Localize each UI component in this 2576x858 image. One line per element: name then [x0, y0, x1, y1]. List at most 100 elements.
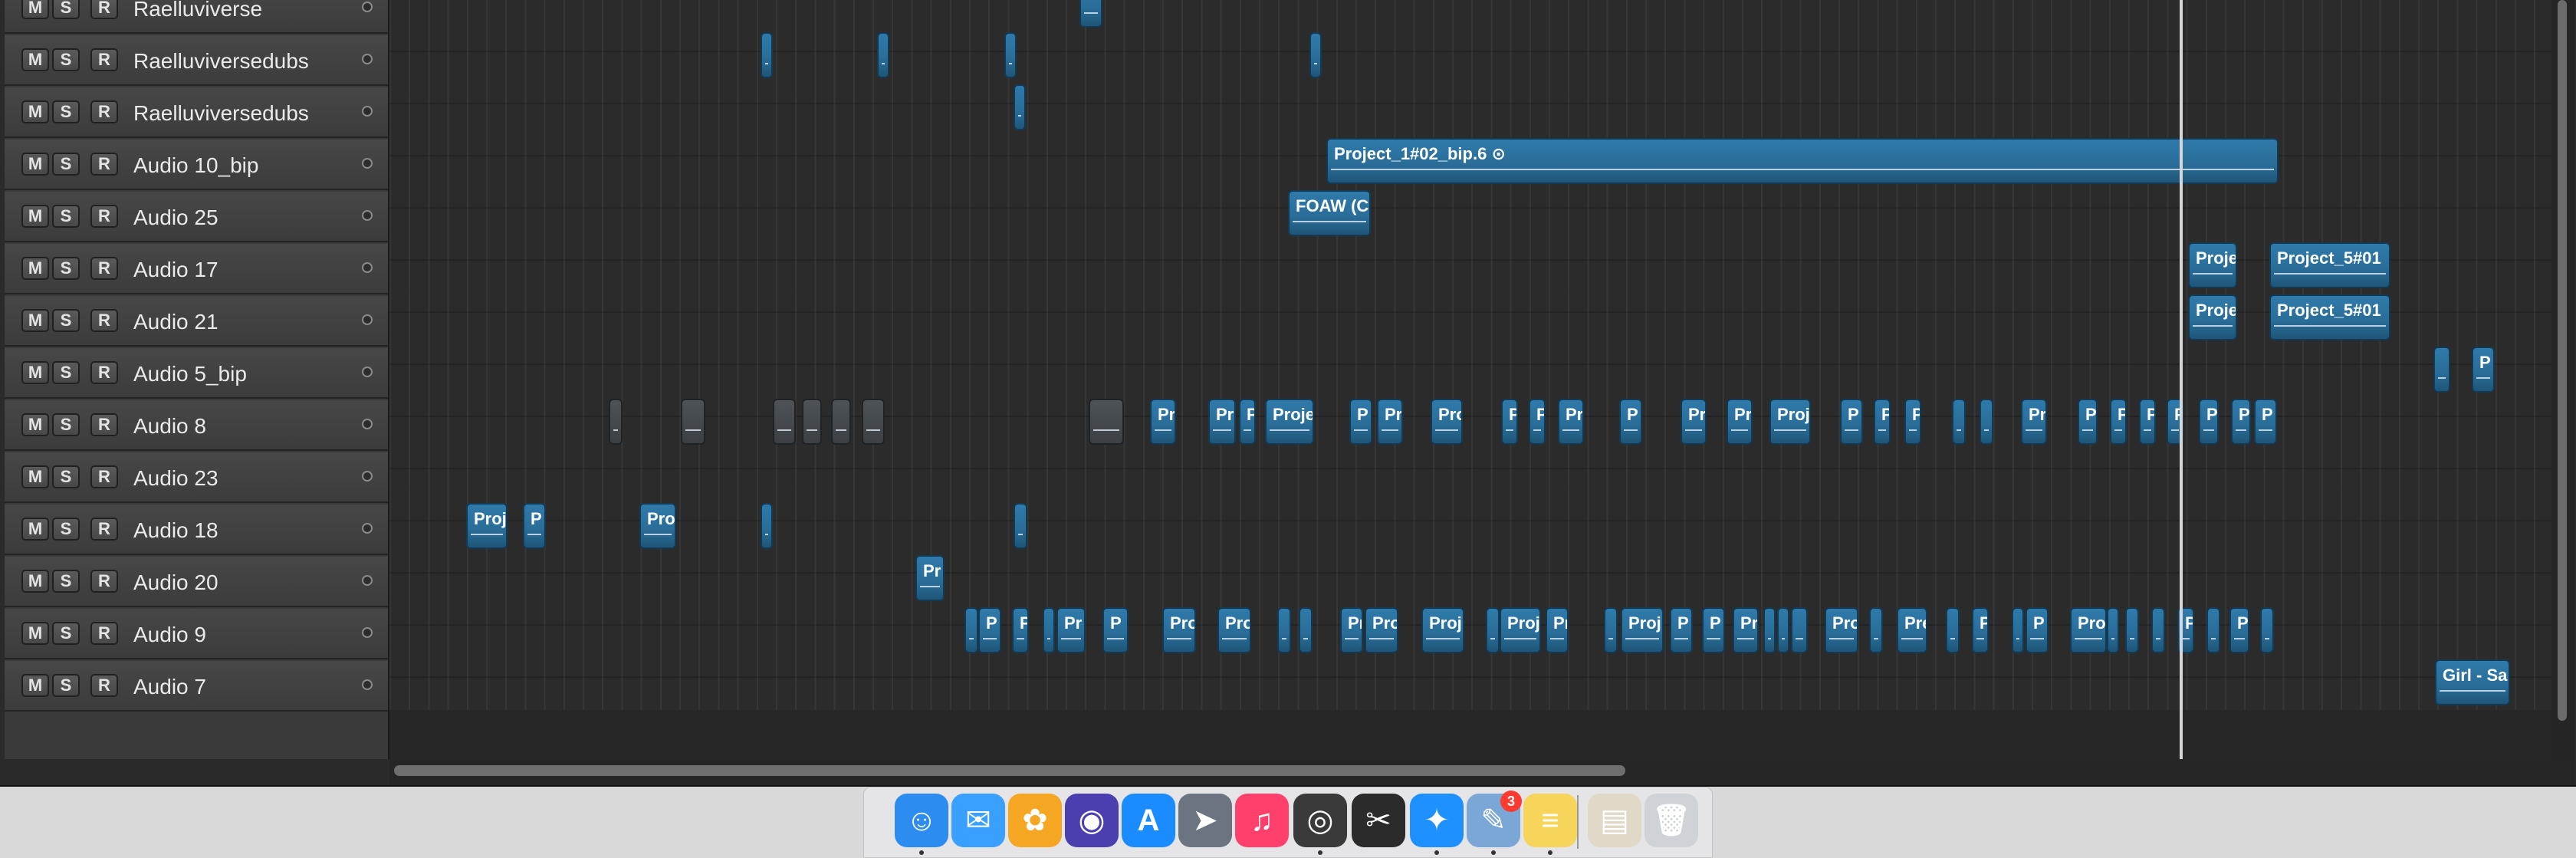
- solo-button[interactable]: S: [52, 622, 80, 645]
- audio-region[interactable]: P: [523, 503, 546, 549]
- audio-region[interactable]: P: [2078, 399, 2098, 445]
- audio-region[interactable]: [1980, 399, 1993, 445]
- audio-region[interactable]: [1277, 607, 1291, 653]
- audio-region[interactable]: P: [1840, 399, 1863, 445]
- mute-button[interactable]: M: [21, 465, 49, 488]
- record-enable-button[interactable]: R: [90, 465, 118, 488]
- pan-knob-icon[interactable]: [362, 523, 373, 534]
- audio-region[interactable]: [1089, 399, 1124, 445]
- audio-region[interactable]: Pro: [2070, 607, 2107, 653]
- solo-button[interactable]: S: [52, 48, 80, 71]
- audio-region[interactable]: [1299, 607, 1313, 653]
- dock-final-cut-pro-icon[interactable]: ✂: [1352, 794, 1405, 847]
- audio-region[interactable]: [1004, 32, 1017, 78]
- audio-region[interactable]: Pro: [1162, 607, 1196, 653]
- track-header[interactable]: M S R Audio 20: [5, 557, 388, 607]
- audio-region[interactable]: P: [2199, 399, 2219, 445]
- track-header[interactable]: M S R Audio 17: [5, 244, 388, 294]
- track-header[interactable]: M S R Raelluviversedubs: [5, 35, 388, 86]
- mute-button[interactable]: M: [21, 205, 49, 228]
- dock-itunes-icon[interactable]: ♫: [1235, 794, 1289, 847]
- record-enable-button[interactable]: R: [90, 361, 118, 384]
- arrange-empty-area[interactable]: [389, 710, 2551, 759]
- audio-region[interactable]: Pro: [1365, 607, 1398, 653]
- audio-region[interactable]: P: [2110, 399, 2127, 445]
- solo-button[interactable]: S: [52, 674, 80, 697]
- audio-region[interactable]: Pr: [1150, 399, 1176, 445]
- mute-button[interactable]: M: [21, 257, 49, 280]
- pan-knob-icon[interactable]: [362, 367, 373, 377]
- audio-region[interactable]: Pr: [1056, 607, 1086, 653]
- audio-region-project-1[interactable]: Project_1#02_bip.6 ⊙: [1326, 138, 2279, 184]
- pan-knob-icon[interactable]: [362, 210, 373, 221]
- pan-knob-icon[interactable]: [362, 158, 373, 169]
- audio-region[interactable]: Pre: [1897, 607, 1927, 653]
- track-header[interactable]: M S R Audio 25: [5, 192, 388, 242]
- solo-button[interactable]: S: [52, 153, 80, 176]
- track-list-empty-area[interactable]: [5, 710, 388, 759]
- solo-button[interactable]: S: [52, 570, 80, 593]
- solo-button[interactable]: S: [52, 100, 80, 123]
- pan-knob-icon[interactable]: [362, 575, 373, 586]
- dock-finder-icon[interactable]: ☺: [895, 794, 948, 847]
- audio-region[interactable]: P: [1972, 607, 1989, 653]
- track-header[interactable]: M S R Audio 7: [5, 661, 388, 712]
- audio-region[interactable]: [2107, 607, 2119, 653]
- audio-region[interactable]: P: [1239, 399, 1256, 445]
- audio-region[interactable]: P: [1670, 607, 1693, 653]
- vertical-scrollbar[interactable]: [2551, 0, 2574, 759]
- pan-knob-icon[interactable]: [362, 54, 373, 64]
- pan-knob-icon[interactable]: [362, 314, 373, 325]
- mute-button[interactable]: M: [21, 413, 49, 436]
- audio-region[interactable]: Pr: [2021, 399, 2047, 445]
- horizontal-scrollbar-thumb[interactable]: [394, 765, 1625, 776]
- audio-region[interactable]: P: [1012, 607, 1029, 653]
- audio-region[interactable]: [1869, 607, 1883, 653]
- audio-region[interactable]: [609, 399, 623, 445]
- mute-button[interactable]: M: [21, 518, 49, 541]
- mute-button[interactable]: M: [21, 674, 49, 697]
- audio-region[interactable]: [2260, 607, 2274, 653]
- audio-region[interactable]: Proj: [1500, 607, 1541, 653]
- audio-region[interactable]: [1014, 84, 1026, 130]
- solo-button[interactable]: S: [52, 413, 80, 436]
- audio-region[interactable]: P: [1102, 607, 1129, 653]
- audio-region[interactable]: P: [1349, 399, 1372, 445]
- pan-knob-icon[interactable]: [362, 471, 373, 482]
- audio-region[interactable]: P: [1529, 399, 1546, 445]
- pan-knob-icon[interactable]: [362, 106, 373, 117]
- audio-region[interactable]: P: [1702, 607, 1725, 653]
- solo-button[interactable]: S: [52, 518, 80, 541]
- audio-region[interactable]: Pr: [1558, 399, 1584, 445]
- audio-region[interactable]: [1486, 607, 1500, 653]
- track-header[interactable]: M S R Audio 8: [5, 400, 388, 451]
- audio-region[interactable]: Pr: [1340, 607, 1363, 653]
- audio-region[interactable]: [2433, 347, 2450, 393]
- audio-region[interactable]: [2012, 607, 2024, 653]
- record-enable-button[interactable]: R: [90, 205, 118, 228]
- audio-region[interactable]: Pr: [1208, 399, 1236, 445]
- audio-region[interactable]: Proj: [466, 503, 508, 549]
- audio-region[interactable]: P: [2472, 347, 2495, 393]
- playhead[interactable]: [2180, 0, 2183, 759]
- track-header[interactable]: M S R Audio 21: [5, 296, 388, 347]
- pan-knob-icon[interactable]: [362, 2, 373, 12]
- dock-app-store-icon[interactable]: A: [1122, 794, 1175, 847]
- solo-button[interactable]: S: [52, 205, 80, 228]
- audio-region[interactable]: [1952, 399, 1966, 445]
- horizontal-scrollbar[interactable]: [389, 759, 2574, 785]
- record-enable-button[interactable]: R: [90, 413, 118, 436]
- audio-region[interactable]: [2206, 607, 2220, 653]
- pan-knob-icon[interactable]: [362, 419, 373, 429]
- audio-region[interactable]: Project_5#01: [2269, 294, 2390, 340]
- track-header[interactable]: M S R Audio 23: [5, 452, 388, 503]
- audio-region[interactable]: [761, 503, 773, 549]
- solo-button[interactable]: S: [52, 0, 80, 19]
- audio-region[interactable]: Pr: [1733, 607, 1759, 653]
- record-enable-button[interactable]: R: [90, 153, 118, 176]
- vertical-scrollbar-thumb[interactable]: [2558, 0, 2567, 721]
- pan-knob-icon[interactable]: [362, 627, 373, 638]
- track-header[interactable]: M S R Raelluviversedubs: [5, 87, 388, 138]
- solo-button[interactable]: S: [52, 361, 80, 384]
- solo-button[interactable]: S: [52, 465, 80, 488]
